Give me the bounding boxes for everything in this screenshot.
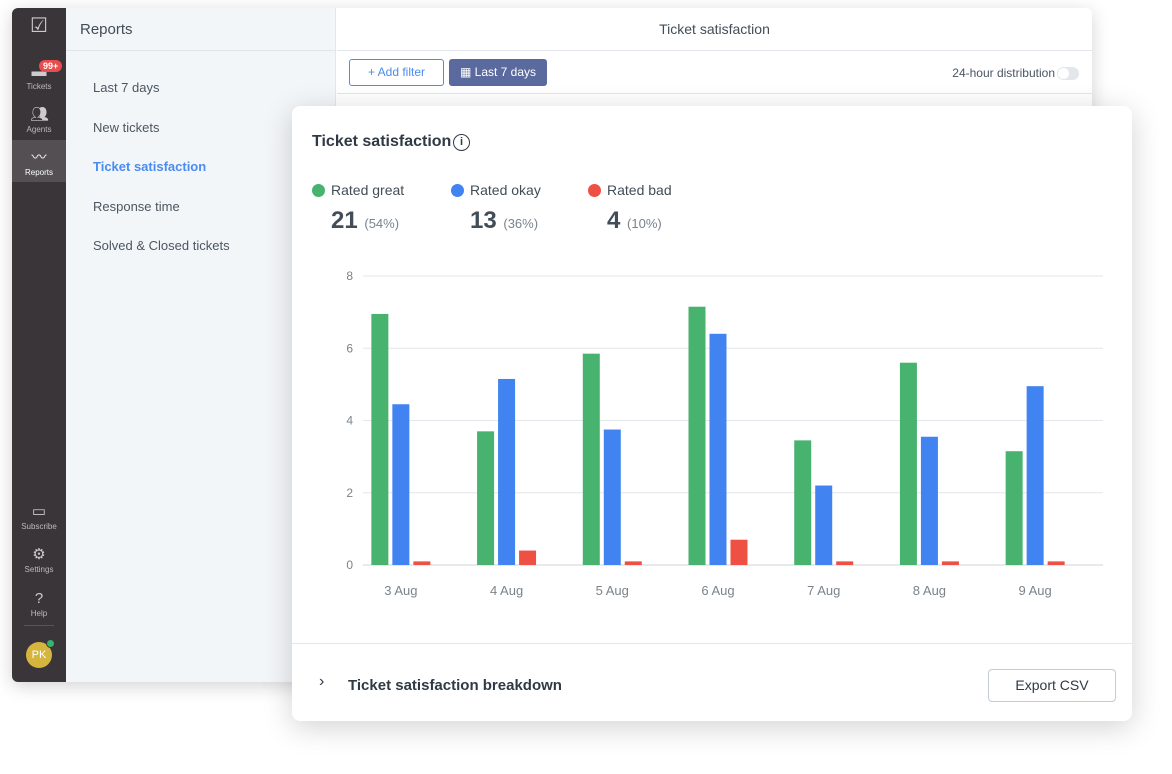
x-tick-label: 4 Aug [490,583,523,598]
filter-bar: + Add filter ▦ Last 7 days 24-hour distr… [337,51,1092,94]
bar-rated-okay [1026,386,1044,565]
agents-icon: 👥︎ [30,106,50,123]
export-csv-button[interactable]: Export CSV [988,669,1116,702]
x-tick-label: 3 Aug [384,583,417,598]
divider [24,625,54,626]
bar-rated-bad [624,561,642,565]
bar-rated-great [794,440,812,565]
y-tick-label: 4 [346,414,353,428]
bar-rated-great [899,362,917,565]
chevron-right-icon[interactable]: › [319,673,324,691]
add-filter-button[interactable]: + Add filter [349,59,444,86]
rail-help[interactable]: ? Help [12,590,66,619]
y-tick-label: 8 [346,269,353,283]
x-tick-label: 9 Aug [1019,583,1052,598]
gear-icon: ⚙ [32,546,46,563]
bar-rated-okay [920,436,938,565]
bar-rated-okay [392,404,410,565]
bar-rated-bad [413,561,431,565]
distribution-toggle[interactable] [1057,67,1079,80]
bar-rated-bad [519,550,537,565]
y-tick-label: 2 [346,486,353,500]
bar-rated-great [688,306,706,565]
avatar[interactable]: PK [26,639,55,668]
bar-rated-great [582,353,600,565]
satisfaction-card: Ticket satisfaction i Rated great Rated … [292,106,1132,721]
bar-rated-great [477,431,495,565]
bar-rated-bad [941,561,959,565]
page-title: Ticket satisfaction [337,8,1092,51]
logo-icon[interactable]: ☑ [12,16,66,42]
distribution-label: 24-hour distribution [952,66,1055,80]
breakdown-toggle[interactable]: Ticket satisfaction breakdown [348,677,562,694]
rail-subscribe[interactable]: ▭ Subscribe [12,503,66,532]
rail-settings[interactable]: ⚙ Settings [12,546,66,575]
bar-rated-okay [603,429,621,565]
sidebar-title: Reports [66,8,335,51]
bar-rated-okay [815,485,833,565]
chart-line-icon: 〰 [31,149,47,166]
nav-rail: ☑ ▬ Tickets 99+ 👥︎ Agents 〰 Reports ▭ Subscri… [12,8,66,682]
sidebar-item-new-tickets[interactable]: New tickets [93,120,159,135]
card-icon: ▭ [31,503,47,520]
bar-rated-okay [709,333,727,565]
rail-agents[interactable]: 👥︎ Agents [12,106,66,135]
bar-rated-great [371,313,389,565]
bar-rated-bad [730,539,748,565]
satisfaction-bar-chart: 0 2 4 6 8 3 Aug 4 Aug 5 Aug 6 Aug 7 Aug 8 Aug 9 Aug [346,269,1103,598]
y-tick-label: 0 [346,558,353,572]
x-tick-label: 7 Aug [807,583,840,598]
sidebar-item-last-7-days[interactable]: Last 7 days [93,80,160,95]
sidebar-item-ticket-satisfaction[interactable]: Ticket satisfaction [93,159,206,174]
calendar-icon: ▦ [459,65,475,79]
x-tick-label: 8 Aug [913,583,946,598]
x-tick-label: 6 Aug [701,583,734,598]
x-tick-label: 5 Aug [596,583,629,598]
rail-reports[interactable]: 〰 Reports [12,140,66,182]
online-indicator [46,639,55,648]
sidebar-item-response-time[interactable]: Response time [93,199,180,214]
sidebar-item-solved-closed[interactable]: Solved & Closed tickets [93,238,230,253]
y-tick-label: 6 [346,341,353,355]
help-icon: ? [34,590,44,607]
date-range-button[interactable]: ▦ Last 7 days [449,59,547,86]
tickets-badge: 99+ [39,60,63,72]
breakdown-footer: › Ticket satisfaction breakdown Export C… [292,643,1132,721]
bar-rated-bad [1047,561,1065,565]
rail-tickets[interactable]: ▬ Tickets 99+ [12,60,66,91]
bar-rated-great [1005,451,1023,565]
bar-rated-okay [498,378,516,565]
bar-rated-bad [836,561,854,565]
